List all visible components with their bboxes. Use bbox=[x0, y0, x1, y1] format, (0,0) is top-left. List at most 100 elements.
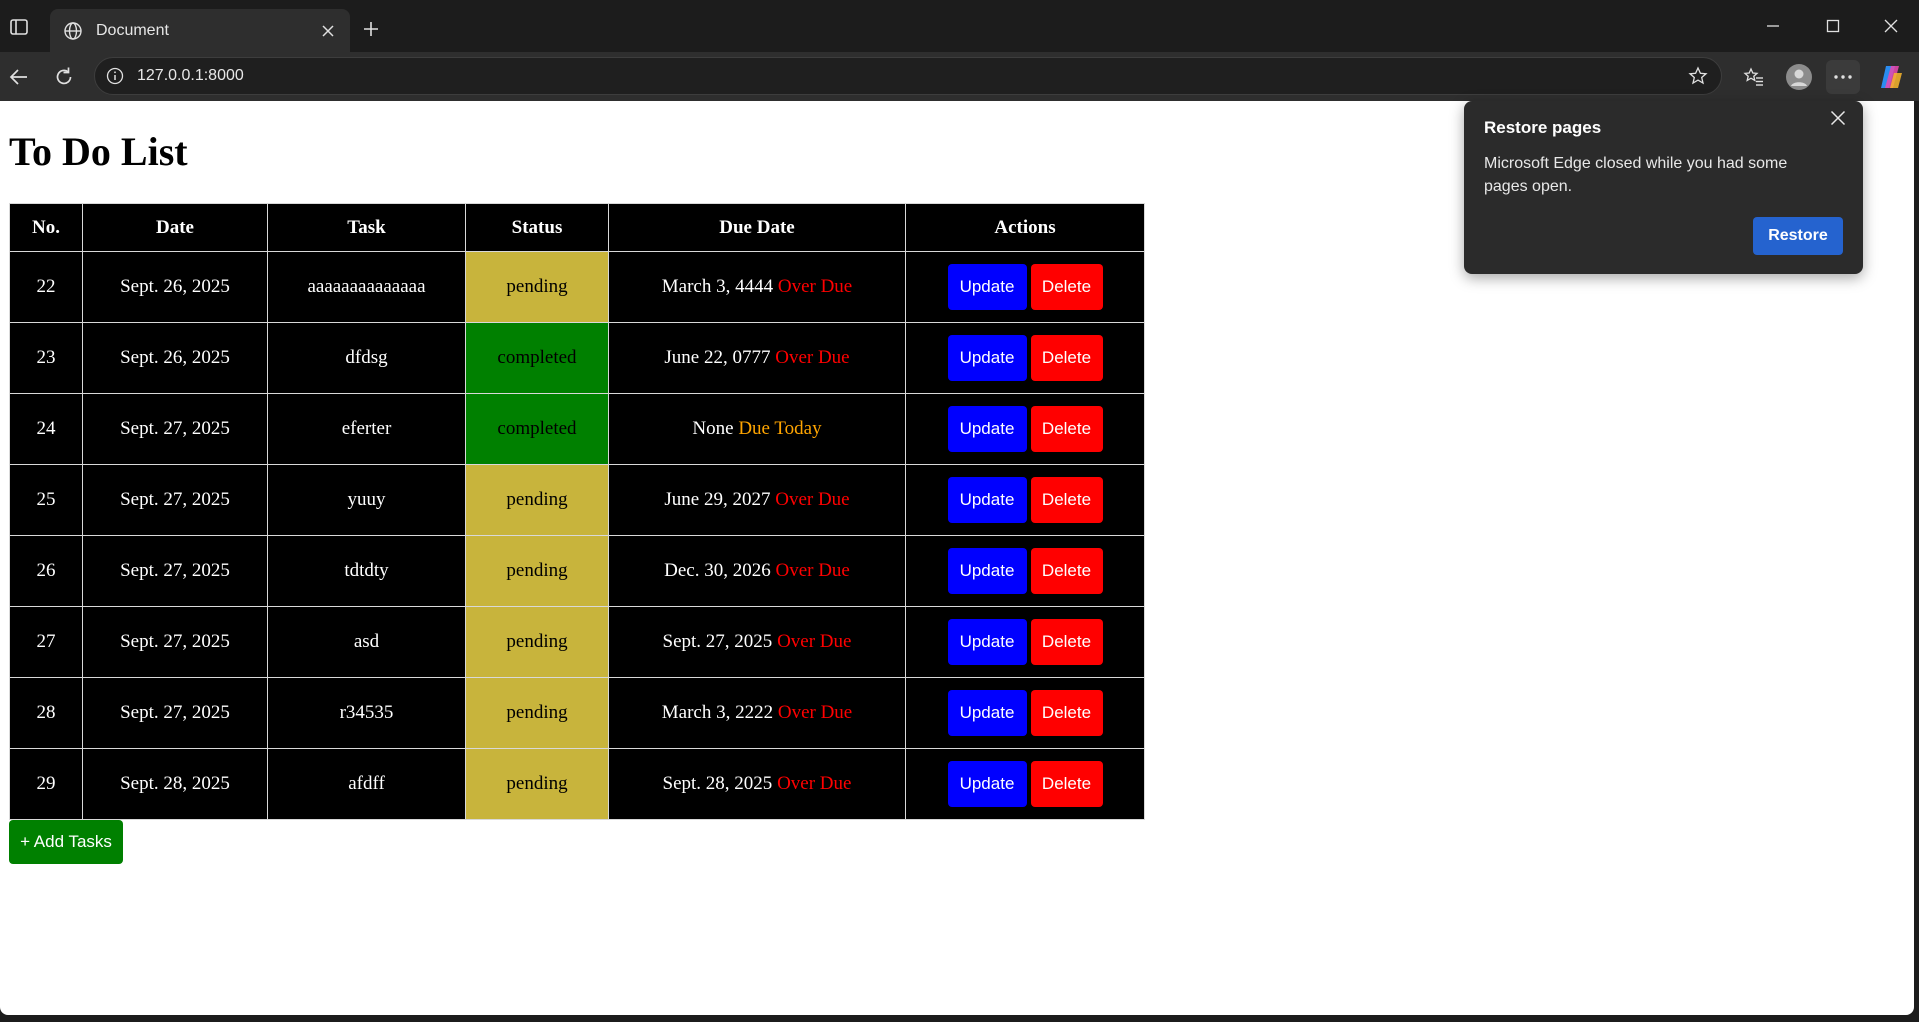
cell-due-date: None Due Today bbox=[608, 393, 906, 465]
cell-task: eferter bbox=[267, 393, 466, 465]
cell-task: yuuy bbox=[267, 464, 466, 536]
delete-button[interactable]: Delete bbox=[1030, 548, 1103, 594]
page-title: To Do List bbox=[9, 129, 188, 174]
cell-actions: Update Delete bbox=[905, 464, 1145, 536]
update-button[interactable]: Update bbox=[947, 477, 1027, 523]
delete-button[interactable]: Delete bbox=[1030, 477, 1103, 523]
cell-actions: Update Delete bbox=[905, 322, 1145, 394]
close-tab-icon[interactable] bbox=[316, 19, 340, 43]
copilot-icon[interactable] bbox=[1874, 60, 1908, 94]
profile-avatar-icon[interactable] bbox=[1782, 60, 1816, 94]
cell-status: pending bbox=[465, 677, 609, 749]
favorite-star-icon[interactable] bbox=[1687, 65, 1709, 87]
cell-due-date: March 3, 2222 Over Due bbox=[608, 677, 906, 749]
restore-pages-popup: Restore pages Microsoft Edge closed whil… bbox=[1464, 101, 1863, 274]
maximize-icon[interactable] bbox=[1808, 10, 1858, 42]
cell-status: pending bbox=[465, 606, 609, 678]
cell-due-date: June 29, 2027 Over Due bbox=[608, 464, 906, 536]
cell-due-date: March 3, 4444 Over Due bbox=[608, 251, 906, 323]
table-header-row: No. Date Task Status Due Date Actions bbox=[9, 203, 1145, 252]
popup-message: Microsoft Edge closed while you had some… bbox=[1484, 155, 1788, 195]
cell-status: pending bbox=[465, 251, 609, 323]
due-flag: Due Today bbox=[738, 418, 822, 439]
browser-tab[interactable]: Document bbox=[50, 9, 350, 52]
minimize-icon[interactable] bbox=[1748, 10, 1798, 42]
close-icon[interactable] bbox=[1825, 105, 1851, 131]
cell-date: Sept. 27, 2025 bbox=[82, 393, 268, 465]
cell-no: 28 bbox=[9, 677, 83, 749]
restore-button[interactable]: Restore bbox=[1753, 217, 1843, 255]
cell-no: 27 bbox=[9, 606, 83, 678]
cell-task: r34535 bbox=[267, 677, 466, 749]
cell-date: Sept. 27, 2025 bbox=[82, 606, 268, 678]
cell-actions: Update Delete bbox=[905, 748, 1145, 820]
cell-task: tdtdty bbox=[267, 535, 466, 607]
cell-status: completed bbox=[465, 322, 609, 394]
update-button[interactable]: Update bbox=[947, 548, 1027, 594]
table-row: 22 Sept. 26, 2025 aaaaaaaaaaaaaa pending Mar… bbox=[9, 251, 1145, 323]
due-flag: Over Due bbox=[775, 560, 850, 581]
due-flag: Over Due bbox=[777, 276, 853, 297]
refresh-icon[interactable] bbox=[49, 62, 79, 92]
address-bar[interactable]: 127.0.0.1:8000 bbox=[94, 57, 1722, 95]
cell-no: 29 bbox=[9, 748, 83, 820]
delete-button[interactable]: Delete bbox=[1030, 619, 1103, 665]
cell-due-date: Sept. 28, 2025 Over Due bbox=[608, 748, 906, 820]
cell-no: 23 bbox=[9, 322, 83, 394]
cell-no: 25 bbox=[9, 464, 83, 536]
cell-actions: Update Delete bbox=[905, 251, 1145, 323]
cell-due-date: Dec. 30, 2026 Over Due bbox=[608, 535, 906, 607]
back-arrow-icon[interactable] bbox=[4, 62, 34, 92]
cell-date: Sept. 27, 2025 bbox=[82, 464, 268, 536]
cell-task: asd bbox=[267, 606, 466, 678]
cell-task: dfdsg bbox=[267, 322, 466, 394]
update-button[interactable]: Update bbox=[947, 761, 1027, 807]
due-date-text: June 29, 2027 bbox=[664, 489, 771, 510]
due-date-text: June 22, 0777 bbox=[664, 347, 771, 368]
cell-date: Sept. 27, 2025 bbox=[82, 677, 268, 749]
update-button[interactable]: Update bbox=[947, 335, 1027, 381]
update-button[interactable]: Update bbox=[947, 264, 1027, 310]
due-flag: Over Due bbox=[777, 631, 852, 652]
delete-button[interactable]: Delete bbox=[1030, 761, 1103, 807]
due-date-text: Sept. 28, 2025 bbox=[662, 773, 773, 794]
cell-status: pending bbox=[465, 748, 609, 820]
cell-no: 24 bbox=[9, 393, 83, 465]
table-row: 24 Sept. 27, 2025 eferter completed None Due… bbox=[9, 393, 1145, 465]
cell-due-date: June 22, 0777 Over Due bbox=[608, 322, 906, 394]
due-flag: Over Due bbox=[775, 489, 850, 510]
due-date-text: Sept. 27, 2025 bbox=[662, 631, 773, 652]
table-row: 23 Sept. 26, 2025 dfdsg completed June 22, 0… bbox=[9, 322, 1145, 394]
more-options-icon[interactable] bbox=[1826, 60, 1860, 94]
browser-titlebar: Document bbox=[0, 0, 1919, 52]
tab-title: Document bbox=[96, 21, 169, 39]
url-text: 127.0.0.1:8000 bbox=[137, 67, 244, 84]
delete-button[interactable]: Delete bbox=[1030, 335, 1103, 381]
table-row: 29 Sept. 28, 2025 afdff pending Sept. 28, 20… bbox=[9, 748, 1145, 820]
update-button[interactable]: Update bbox=[947, 690, 1027, 736]
table-row: 28 Sept. 27, 2025 r34535 pending March 3, 22… bbox=[9, 677, 1145, 749]
cell-status: pending bbox=[465, 535, 609, 607]
update-button[interactable]: Update bbox=[947, 406, 1027, 452]
cell-date: Sept. 27, 2025 bbox=[82, 535, 268, 607]
header-actions: Actions bbox=[905, 203, 1145, 252]
favorites-icon[interactable] bbox=[1737, 60, 1771, 94]
header-task: Task bbox=[267, 203, 466, 252]
close-window-icon[interactable] bbox=[1866, 10, 1916, 42]
delete-button[interactable]: Delete bbox=[1030, 264, 1103, 310]
header-no: No. bbox=[9, 203, 83, 252]
due-date-text: Dec. 30, 2026 bbox=[664, 560, 771, 581]
header-status: Status bbox=[465, 203, 609, 252]
delete-button[interactable]: Delete bbox=[1030, 690, 1103, 736]
cell-date: Sept. 26, 2025 bbox=[82, 322, 268, 394]
tab-actions-icon[interactable] bbox=[6, 14, 32, 40]
cell-task: afdff bbox=[267, 748, 466, 820]
due-flag: Over Due bbox=[775, 347, 850, 368]
add-tasks-button[interactable]: + Add Tasks bbox=[9, 820, 123, 864]
update-button[interactable]: Update bbox=[947, 619, 1027, 665]
new-tab-icon[interactable] bbox=[358, 16, 384, 42]
delete-button[interactable]: Delete bbox=[1030, 406, 1103, 452]
info-icon[interactable] bbox=[105, 66, 125, 86]
cell-status: completed bbox=[465, 393, 609, 465]
cell-date: Sept. 26, 2025 bbox=[82, 251, 268, 323]
